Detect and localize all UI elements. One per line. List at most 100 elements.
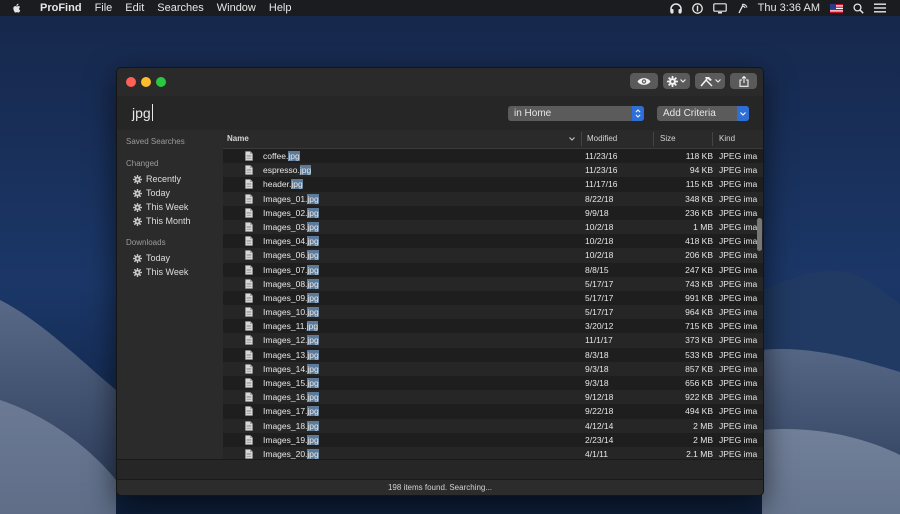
table-row[interactable]: Images_20.jpg 4/1/11 2.1 MB JPEG ima	[223, 446, 763, 459]
popup-dropdown	[737, 106, 749, 121]
table-rows: coffee.jpg 11/23/16 118 KB JPEG ima espr…	[223, 149, 763, 459]
headset-icon[interactable]	[669, 2, 682, 14]
menu-file[interactable]: File	[95, 2, 113, 14]
table-row[interactable]: header.jpg 11/17/16 115 KB JPEG ima	[223, 177, 763, 191]
add-criteria-popup[interactable]: Add Criteria	[657, 106, 749, 121]
notification-center-icon[interactable]	[874, 3, 886, 13]
document-icon	[245, 378, 253, 388]
column-header-kind[interactable]: Kind	[719, 134, 735, 143]
column-header-modified[interactable]: Modified	[587, 134, 617, 143]
table-row[interactable]: Images_09.jpg 5/17/17 991 KB JPEG ima	[223, 291, 763, 305]
sidebar-item-changed-today[interactable]: Today	[133, 188, 170, 198]
file-name-base: Images_06.	[263, 250, 308, 261]
column-divider[interactable]	[653, 132, 654, 146]
menu-help[interactable]: Help	[269, 2, 292, 14]
column-divider[interactable]	[712, 132, 713, 146]
file-name-base: Images_11.	[263, 321, 307, 332]
tools-menu-button[interactable]	[695, 73, 725, 89]
column-divider[interactable]	[581, 132, 582, 146]
chevron-down-icon	[740, 111, 746, 116]
search-scope-popup[interactable]: in Home	[508, 106, 644, 121]
table-row[interactable]: Images_02.jpg 9/9/18 236 KB JPEG ima	[223, 206, 763, 220]
file-modified: 10/2/18	[585, 250, 614, 261]
document-icon	[245, 236, 253, 246]
file-name-match: jpg	[307, 349, 319, 360]
column-header-name[interactable]: Name	[227, 134, 249, 143]
file-name-base: Images_03.	[263, 221, 308, 232]
file-name-match: jpg	[307, 278, 319, 289]
table-row[interactable]: Images_10.jpg 5/17/17 964 KB JPEG ima	[223, 305, 763, 320]
table-row[interactable]: Images_13.jpg 8/3/18 533 KB JPEG ima	[223, 348, 763, 362]
table-row[interactable]: coffee.jpg 11/23/16 118 KB JPEG ima	[223, 149, 763, 163]
document-icon	[245, 151, 253, 161]
column-header-size[interactable]: Size	[660, 134, 676, 143]
sidebar-item-changed-recently[interactable]: Recently	[133, 174, 181, 184]
menu-app-name[interactable]: ProFind	[40, 2, 82, 14]
profind-window: jpg in Home Add Criteria Saved Searches …	[116, 67, 764, 496]
file-name-match: jpg	[307, 264, 319, 275]
sidebar-item-label: Recently	[146, 174, 182, 184]
minimize-window-button[interactable]	[141, 77, 151, 87]
quick-look-button[interactable]	[630, 73, 658, 89]
sidebar-item-changed-this-week[interactable]: This Week	[133, 202, 188, 212]
document-icon	[245, 165, 253, 175]
table-row[interactable]: Images_19.jpg 2/23/14 2 MB JPEG ima	[223, 433, 763, 447]
table-row[interactable]: Images_01.jpg 8/22/18 348 KB JPEG ima	[223, 191, 763, 206]
file-name: Images_17.jpg	[263, 406, 319, 417]
table-row[interactable]: Images_04.jpg 10/2/18 418 KB JPEG ima	[223, 234, 763, 248]
menu-edit[interactable]: Edit	[125, 2, 144, 14]
share-button[interactable]	[730, 73, 757, 89]
file-size: 2 MB	[693, 434, 713, 445]
file-modified: 10/2/18	[585, 221, 614, 232]
sidebar: Saved Searches Changed Recently Today Th…	[117, 130, 224, 459]
action-menu-button[interactable]	[663, 73, 690, 89]
document-icon	[245, 349, 253, 360]
file-name: Images_14.jpg	[263, 363, 319, 374]
title-bar[interactable]	[117, 68, 763, 96]
table-row[interactable]: Images_15.jpg 9/3/18 656 KB JPEG ima	[223, 376, 763, 390]
table-row[interactable]: espresso.jpg 11/23/16 94 KB JPEG ima	[223, 163, 763, 178]
apple-icon[interactable]	[12, 3, 26, 14]
display-icon[interactable]	[712, 2, 727, 14]
table-row[interactable]: Images_14.jpg 9/3/18 857 KB JPEG ima	[223, 361, 763, 376]
file-name-match: jpg	[307, 392, 319, 403]
document-icon	[245, 250, 253, 261]
file-kind: JPEG ima	[719, 236, 758, 247]
antenna-icon[interactable]	[737, 3, 748, 14]
table-row[interactable]: Images_18.jpg 4/12/14 2 MB JPEG ima	[223, 418, 763, 433]
file-modified: 9/3/18	[585, 363, 609, 374]
search-query-input[interactable]: jpg	[132, 105, 151, 121]
gear-icon	[667, 75, 678, 87]
sidebar-item-downloads-today[interactable]: Today	[133, 253, 170, 263]
sidebar-item-downloads-this-week[interactable]: This Week	[133, 267, 188, 277]
table-row[interactable]: Images_12.jpg 11/1/17 373 KB JPEG ima	[223, 333, 763, 348]
zoom-window-button[interactable]	[156, 77, 166, 87]
file-modified: 11/17/16	[585, 179, 618, 190]
menu-searches[interactable]: Searches	[157, 2, 203, 14]
file-size: 206 KB	[685, 250, 713, 261]
file-modified: 4/12/14	[585, 420, 614, 431]
file-size: 656 KB	[685, 378, 713, 388]
table-row[interactable]: Images_06.jpg 10/2/18 206 KB JPEG ima	[223, 248, 763, 263]
table-row[interactable]: Images_11.jpg 3/20/12 715 KB JPEG ima	[223, 319, 763, 333]
menu-window[interactable]: Window	[217, 2, 256, 14]
file-name-base: Images_16.	[263, 392, 308, 403]
us-flag-icon[interactable]	[830, 3, 843, 13]
table-row[interactable]: Images_17.jpg 9/22/18 494 KB JPEG ima	[223, 404, 763, 418]
table-row[interactable]: Images_08.jpg 5/17/17 743 KB JPEG ima	[223, 276, 763, 291]
menubar-clock[interactable]: Thu 3:36 AM	[758, 2, 820, 14]
file-name-base: Images_17.	[263, 406, 308, 417]
table-row[interactable]: Images_16.jpg 9/12/18 922 KB JPEG ima	[223, 390, 763, 405]
file-name: Images_01.jpg	[263, 193, 319, 204]
file-name-base: Images_13.	[263, 349, 308, 360]
onepassword-icon[interactable]	[691, 2, 703, 14]
gear-icon	[133, 267, 142, 277]
sidebar-item-changed-this-month[interactable]: This Month	[133, 216, 191, 226]
gear-icon	[133, 253, 142, 263]
table-row[interactable]: Images_07.jpg 8/8/15 247 KB JPEG ima	[223, 263, 763, 277]
close-window-button[interactable]	[126, 77, 136, 87]
spotlight-search-icon[interactable]	[853, 2, 864, 14]
vertical-scrollbar-thumb[interactable]	[757, 218, 762, 251]
chevron-down-icon[interactable]	[569, 137, 575, 141]
table-row[interactable]: Images_03.jpg 10/2/18 1 MB JPEG ima	[223, 219, 763, 235]
